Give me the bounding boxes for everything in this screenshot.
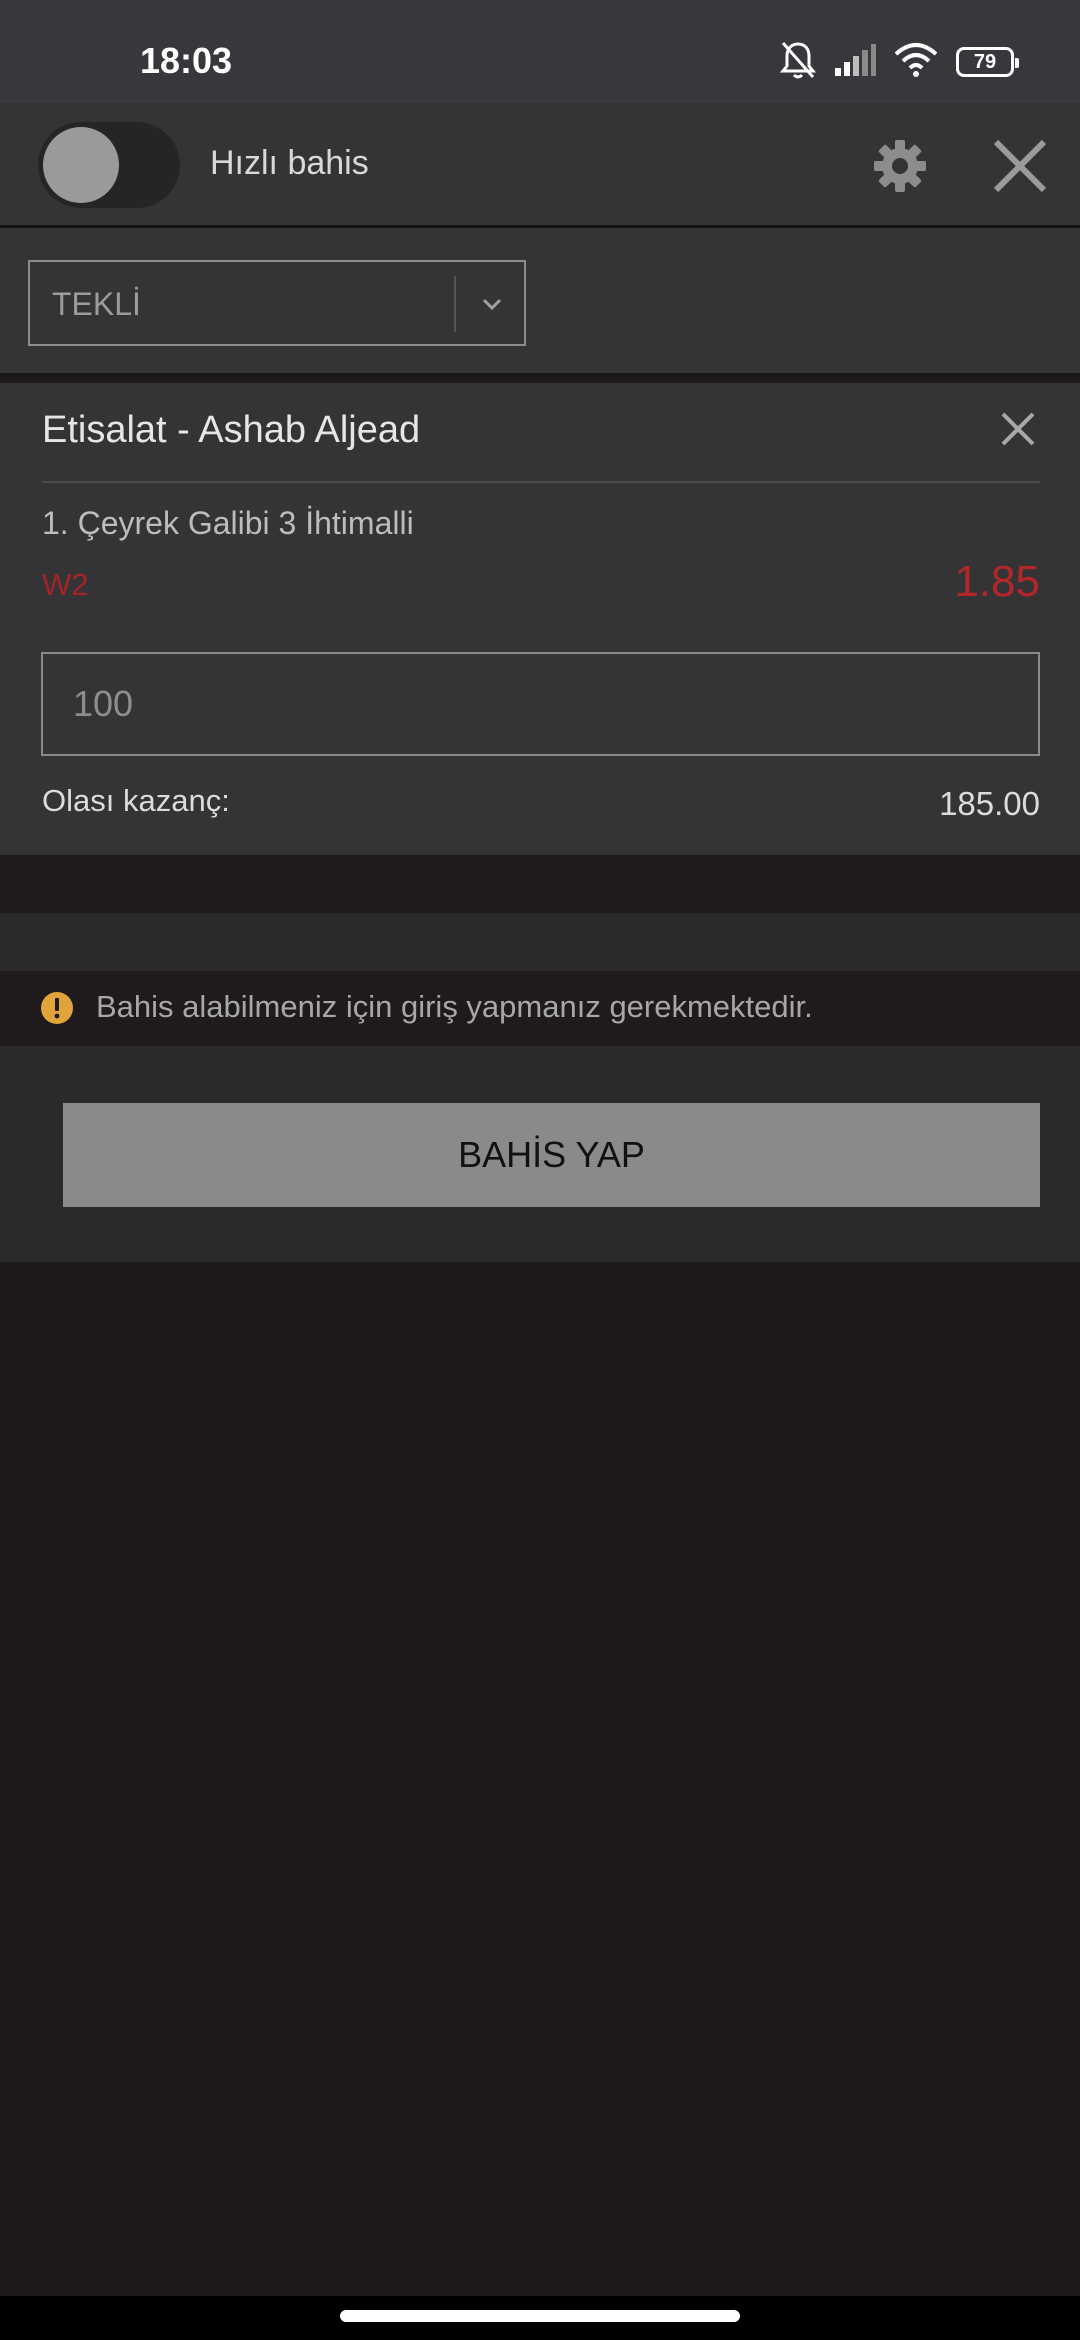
stake-input[interactable] (41, 652, 1040, 756)
possible-win-label: Olası kazanç: (42, 783, 230, 818)
place-bet-button[interactable]: BAHİS YAP (63, 1103, 1040, 1207)
login-notice-text: Bahis alabilmeniz için giriş yapmanız ge… (96, 989, 813, 1024)
market-name: 1. Çeyrek Galibi 3 İhtimalli (42, 505, 414, 541)
match-title: Etisalat - Ashab Aljead (42, 409, 421, 451)
battery-icon: 79 (956, 47, 1019, 77)
quick-bet-label: Hızlı bahis (210, 144, 369, 182)
login-notice: Bahis alabilmeniz için giriş yapmanız ge… (0, 971, 1080, 1046)
action-area: BAHİS YAP (0, 1046, 1080, 1262)
bet-slip-header: Hızlı bahis (0, 100, 1080, 228)
spacer-band-mid (0, 913, 1080, 971)
warning-icon (40, 991, 74, 1025)
selection-name: W2 (42, 567, 89, 602)
home-indicator[interactable] (340, 2310, 740, 2322)
wifi-icon (894, 42, 938, 83)
chevron-down-icon (476, 288, 508, 320)
toggle-knob (43, 127, 119, 203)
select-separator (454, 276, 456, 332)
bell-off-icon (779, 40, 817, 85)
possible-win-value: 185.00 (939, 785, 1040, 822)
close-icon[interactable] (990, 136, 1050, 196)
system-nav-bar (0, 2296, 1080, 2340)
card-divider (42, 481, 1040, 483)
bet-type-select[interactable]: TEKLİ (28, 260, 526, 346)
status-time: 18:03 (140, 40, 233, 81)
bet-type-area: TEKLİ (0, 228, 1080, 378)
signal-icon (834, 43, 876, 81)
odds-value: 1.85 (954, 557, 1040, 606)
bet-type-value: TEKLİ (52, 286, 141, 322)
remove-bet-close-icon[interactable] (998, 409, 1038, 449)
bet-card: Etisalat - Ashab Aljead 1. Çeyrek Galibi… (0, 383, 1080, 855)
status-bar: 18:03 79 (0, 0, 1080, 100)
gear-icon[interactable] (872, 138, 928, 194)
status-icons: 79 (779, 40, 1019, 85)
quick-bet-toggle[interactable] (38, 122, 180, 208)
spacer-band (0, 855, 1080, 913)
battery-level: 79 (973, 51, 997, 73)
